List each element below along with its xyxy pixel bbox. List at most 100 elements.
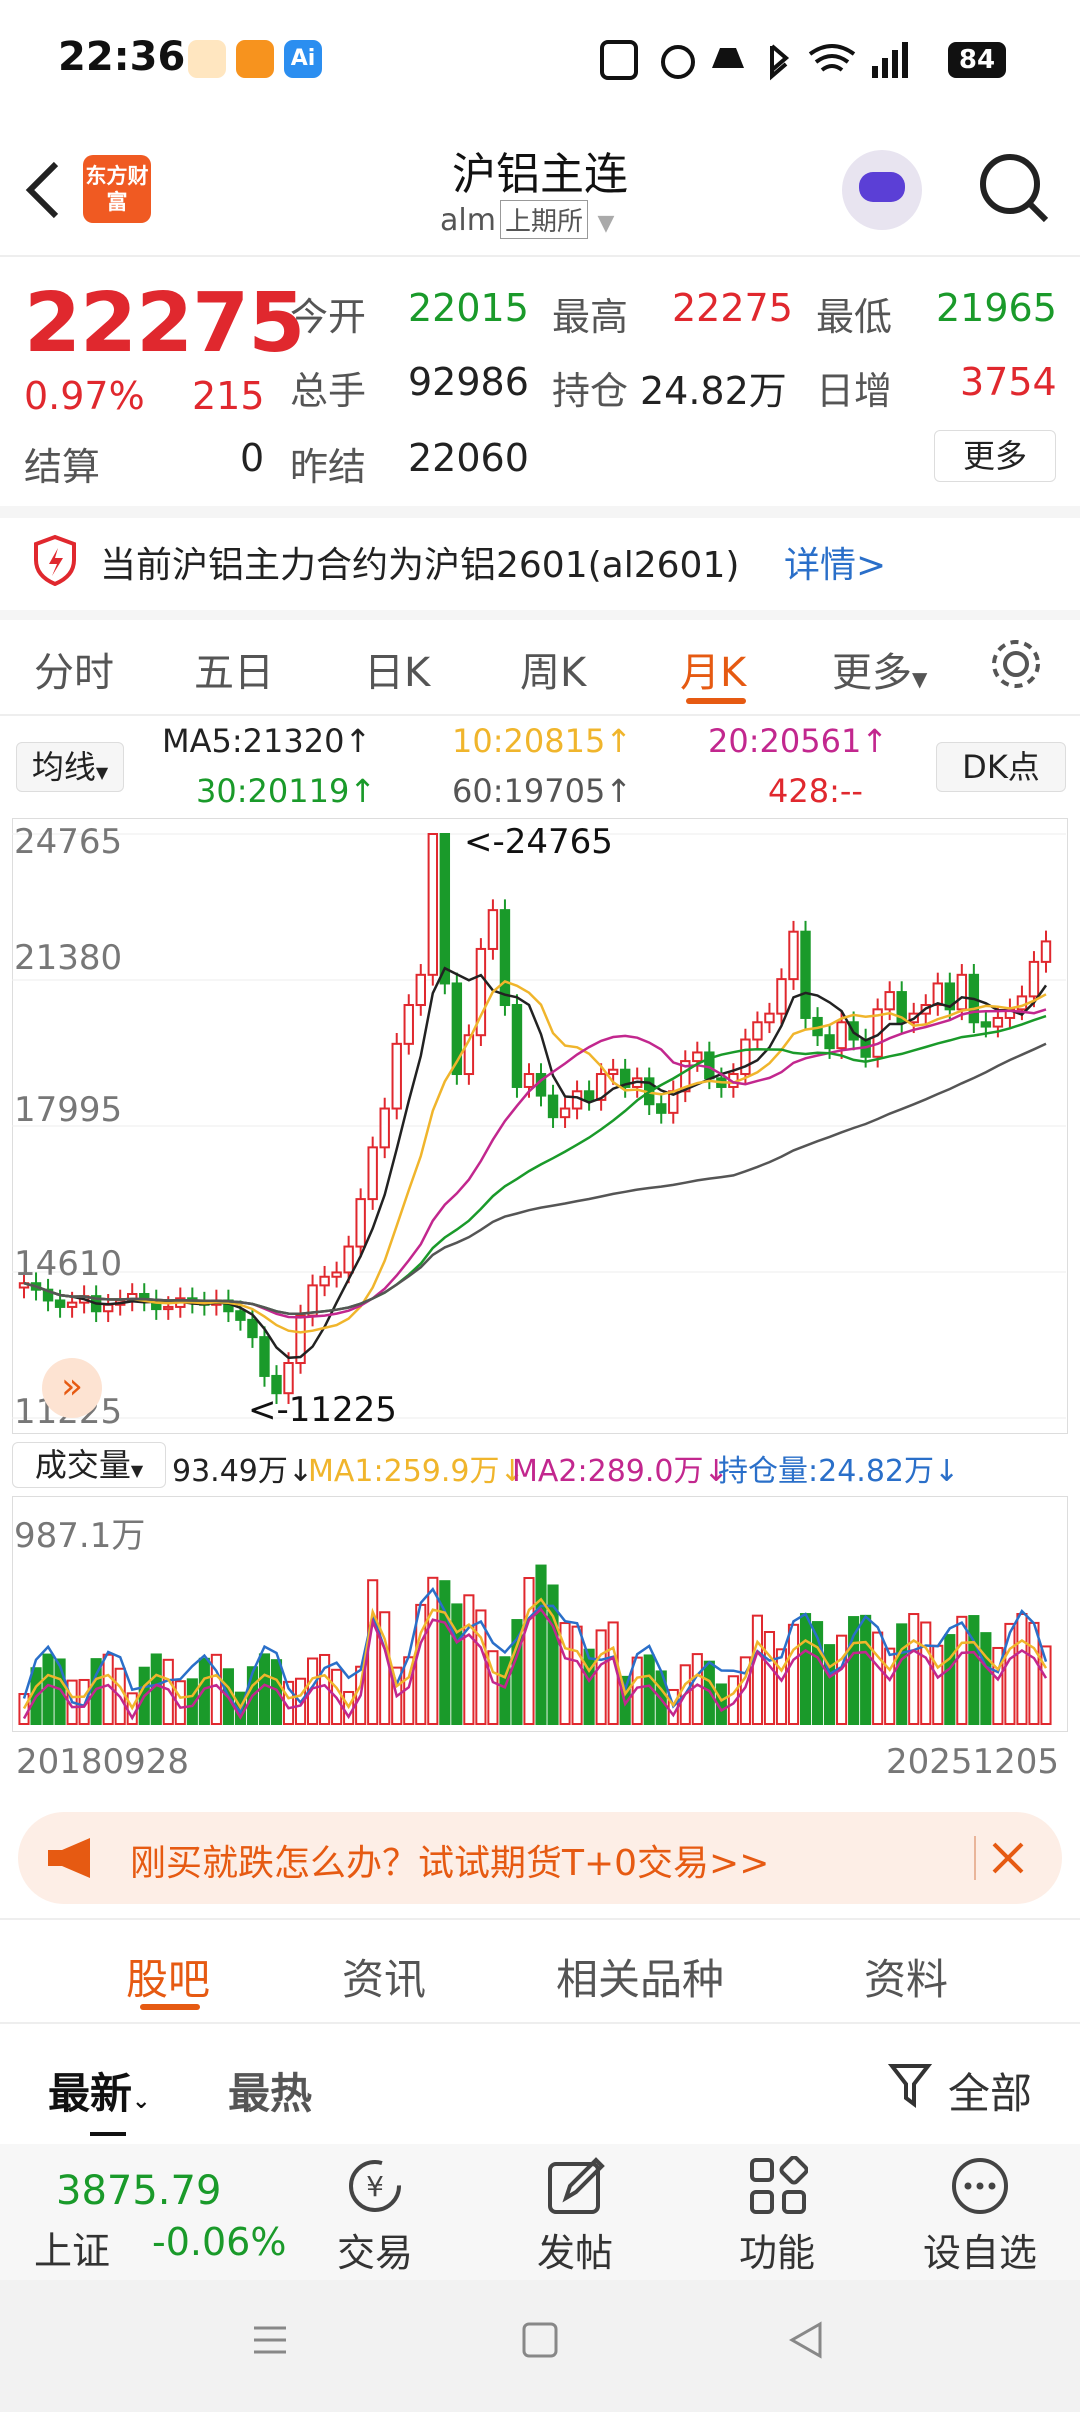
- volume-bar: [427, 1576, 439, 1725]
- notice-detail-link[interactable]: 详情>: [784, 536, 886, 588]
- y-axis-label-3: 17995: [14, 1090, 123, 1130]
- gear-icon[interactable]: [988, 636, 1044, 692]
- volume-bar: [463, 1594, 475, 1725]
- post-edit-icon[interactable]: [546, 2156, 606, 2216]
- tab-more[interactable]: 更多▼: [832, 640, 927, 698]
- volume-select-label: 成交量: [34, 1446, 131, 1484]
- function-grid-icon[interactable]: [748, 2156, 808, 2216]
- ma60-value: 60:19705↑: [452, 772, 633, 810]
- wifi-icon: [808, 44, 856, 72]
- tab-five-day[interactable]: 五日: [194, 640, 274, 698]
- more-dots-icon[interactable]: [950, 2156, 1010, 2216]
- filter-all[interactable]: 全部: [948, 2060, 1032, 2121]
- ma-select[interactable]: 均线▼: [16, 742, 124, 792]
- candle: [66, 1301, 78, 1308]
- oi-label: 持仓: [552, 369, 629, 413]
- volume-bar: [270, 1659, 283, 1725]
- filter-icon[interactable]: [888, 2062, 932, 2110]
- volume-bar: [367, 1579, 379, 1725]
- volume-bar: [535, 1564, 547, 1725]
- nfc-icon: [600, 40, 638, 80]
- volume-bar: [763, 1631, 776, 1725]
- more-quote-button[interactable]: 更多: [934, 430, 1056, 482]
- trade-button[interactable]: 交易: [330, 2222, 420, 2277]
- index-name[interactable]: 上证: [34, 2220, 110, 2275]
- promo-separator: [974, 1836, 976, 1880]
- candle: [956, 973, 968, 1011]
- ma5-value: MA5:21320↑: [162, 722, 372, 760]
- volume-bar: [920, 1621, 932, 1725]
- tab-weekly-k[interactable]: 周K: [520, 640, 586, 698]
- volume-bar: [1028, 1621, 1040, 1725]
- sort-hot[interactable]: 最热: [228, 2060, 312, 2121]
- index-value[interactable]: 3875.79: [56, 2168, 221, 2214]
- svg-text:¥: ¥: [366, 2170, 384, 2203]
- date-end-label: 20251205: [886, 1742, 1060, 1782]
- index-change[interactable]: -0.06%: [152, 2220, 286, 2264]
- add-watchlist-button[interactable]: 设自选: [914, 2222, 1046, 2277]
- main-contract-notice[interactable]: 当前沪铝主力合约为沪铝2601(al2601) 详情>: [0, 510, 1080, 610]
- candle: [547, 1094, 559, 1119]
- candle: [427, 833, 439, 976]
- volume-bar: [799, 1613, 812, 1725]
- expand-chevrons-icon[interactable]: »: [42, 1358, 102, 1418]
- menu-nav-icon[interactable]: [250, 2320, 290, 2360]
- tab-monthly-k[interactable]: 月K: [680, 640, 746, 698]
- status-time: 22:36: [58, 34, 186, 80]
- trade-yuan-icon[interactable]: ¥: [344, 2156, 406, 2216]
- dk-point-button[interactable]: DK点: [936, 742, 1066, 792]
- sort-latest[interactable]: 最新⌄: [48, 2060, 150, 2121]
- prev-settle-value: 22060: [408, 436, 529, 480]
- tab-profile[interactable]: 资料: [864, 1946, 948, 2007]
- high-label: 最高: [552, 295, 629, 339]
- candle: [391, 1042, 402, 1110]
- home-nav-icon[interactable]: [520, 2320, 560, 2360]
- message-app-icon: [236, 40, 274, 78]
- contract-subtitle[interactable]: alm 上期所 ▼: [440, 200, 614, 239]
- tab-forum[interactable]: 股吧: [126, 1946, 210, 2007]
- candle: [980, 1021, 992, 1028]
- candle: [788, 930, 799, 981]
- volume-bar: [1016, 1613, 1028, 1725]
- y-axis-label-1: 24765: [14, 822, 123, 862]
- section-divider: [0, 2022, 1080, 2024]
- candle: [487, 909, 499, 950]
- volume-select[interactable]: 成交量▼: [12, 1442, 166, 1488]
- settle-value: 0: [240, 436, 265, 480]
- volume-bar: [884, 1647, 896, 1725]
- candle: [656, 1103, 667, 1114]
- function-button[interactable]: 功能: [732, 2222, 822, 2277]
- volume-bar: [824, 1644, 836, 1725]
- vol-ma1: MA1:259.9万↓: [308, 1454, 525, 1489]
- exchange-badge: 上期所: [499, 200, 588, 239]
- section-gap: [0, 610, 1080, 620]
- ma10-value: 10:20815↑: [452, 722, 633, 760]
- promo-text[interactable]: 刚买就跌怎么办？试试期货T+0交易>>: [130, 1834, 769, 1886]
- volume-bar: [860, 1614, 872, 1725]
- search-icon[interactable]: [976, 150, 1052, 226]
- volume-bar: [751, 1614, 763, 1725]
- sort-latest-label: 最新: [48, 2069, 133, 2118]
- back-nav-icon[interactable]: [786, 2320, 826, 2360]
- tab-news[interactable]: 资讯: [342, 1946, 426, 2007]
- open-value: 22015: [408, 286, 529, 330]
- robot-assistant-icon[interactable]: [842, 150, 922, 230]
- post-button[interactable]: 发帖: [530, 2222, 620, 2277]
- kline-chart[interactable]: [12, 818, 1066, 1432]
- candle: [355, 1198, 366, 1248]
- section-divider: [0, 1918, 1080, 1920]
- tab-intraday[interactable]: 分时: [34, 640, 114, 698]
- volume-bar: [595, 1629, 607, 1725]
- volume-bar: [775, 1648, 788, 1725]
- last-price: 22275: [24, 276, 305, 371]
- close-icon[interactable]: [990, 1840, 1026, 1876]
- min-price-annotation: <-11225: [248, 1390, 397, 1430]
- y-axis-label-4: 14610: [14, 1244, 123, 1284]
- tab-daily-k[interactable]: 日K: [364, 640, 430, 698]
- volume-bar: [896, 1623, 908, 1725]
- contract-code: alm: [440, 203, 496, 238]
- tab-related[interactable]: 相关品种: [556, 1946, 724, 2007]
- settle-label: 结算: [24, 445, 101, 489]
- volume-bar: [439, 1580, 451, 1725]
- ma428-value: 428:--: [768, 772, 863, 810]
